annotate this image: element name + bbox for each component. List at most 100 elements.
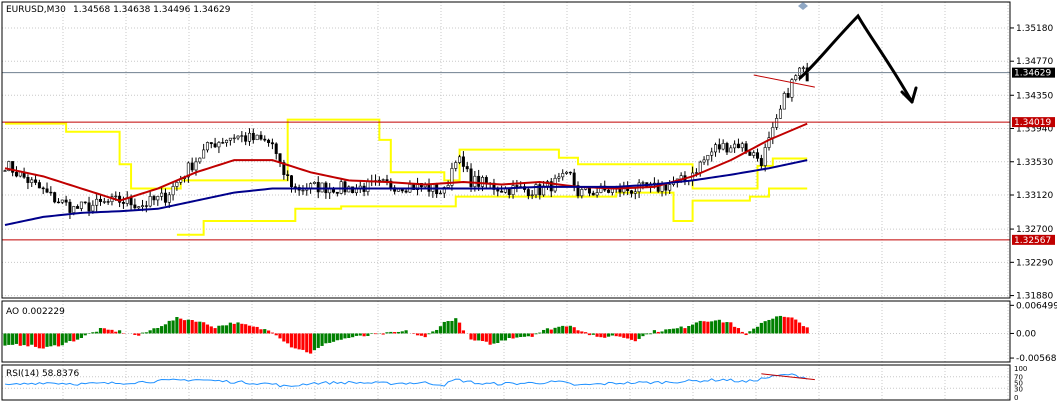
candle-body [217, 142, 221, 148]
candle-body [270, 142, 274, 145]
candle-body [278, 153, 282, 163]
candle-body [83, 201, 87, 204]
candle [320, 182, 324, 193]
candle-body [3, 170, 7, 172]
candle-body [771, 127, 775, 139]
candle-body [34, 179, 38, 183]
candle-body [232, 137, 236, 140]
candle-body [629, 190, 633, 194]
candle-body [591, 192, 595, 196]
candle-body [557, 176, 561, 179]
candle-body [167, 194, 171, 203]
candle-body [561, 173, 565, 178]
candle-body [454, 162, 458, 169]
candle-body [794, 75, 798, 80]
level-tag-label: 1.32567 [1014, 236, 1051, 246]
candle-body [477, 175, 481, 187]
candle-body [26, 176, 30, 183]
price-tick-label: 1.33120 [1016, 191, 1053, 201]
candle-body [205, 142, 209, 151]
candle-body [56, 201, 60, 204]
candle-body [798, 67, 802, 77]
price-tick-label: 1.34770 [1016, 57, 1053, 67]
candle-body [68, 201, 72, 213]
candle-body [129, 197, 133, 206]
candle-body [458, 156, 462, 163]
candle-body [752, 152, 756, 156]
candle-body [198, 157, 202, 163]
candle-body [729, 147, 733, 153]
candle-body [72, 206, 76, 213]
candle-body [14, 172, 18, 177]
candle-body [209, 142, 213, 145]
candle-body [633, 191, 637, 194]
candle-body [160, 192, 164, 197]
candle-body [37, 182, 41, 189]
candle-body [225, 139, 229, 143]
candle-body [53, 192, 57, 203]
candle-body [259, 134, 263, 140]
candle-body [163, 192, 167, 203]
candle-body [102, 201, 106, 203]
candle-body [221, 142, 225, 144]
candle-body [148, 196, 152, 207]
candle-body [289, 175, 293, 187]
candle-body [511, 185, 515, 195]
candle-body [95, 198, 99, 206]
candle-body [786, 93, 790, 98]
candle-body [320, 182, 324, 193]
candle-body [721, 143, 725, 150]
candle-body [171, 186, 175, 196]
candle-body [698, 161, 702, 173]
candle-body [64, 199, 68, 203]
symbol-label: EURUSD,M30 [6, 5, 66, 15]
candle-body [778, 108, 782, 119]
candle-body [190, 162, 194, 171]
candle-body [782, 93, 786, 110]
price-tick-label: 1.32290 [1016, 258, 1053, 268]
candle-body [316, 181, 320, 193]
candle-body [366, 180, 370, 192]
candle-body [530, 194, 534, 197]
candle-body [213, 143, 217, 148]
candle-body [385, 179, 389, 182]
candle-body [76, 206, 80, 209]
candle-body [240, 135, 244, 137]
candle-body [194, 161, 198, 171]
candle-body [710, 151, 714, 156]
ao-label: AO 0.002229 [6, 307, 65, 317]
candle-body [99, 198, 103, 202]
candle-body [568, 171, 572, 174]
level-tag-label: 1.34019 [1014, 118, 1051, 128]
candle-body [759, 158, 763, 166]
candle-body [286, 174, 290, 176]
candle-body [30, 179, 34, 183]
candle-body [41, 187, 45, 190]
rsi-label: RSI(14) 58.8376 [6, 369, 79, 379]
candle-body [706, 154, 710, 161]
candle-body [335, 191, 339, 194]
candle-body [473, 175, 477, 187]
candle-body [263, 138, 267, 141]
candle-body [733, 143, 737, 149]
candle-body [301, 189, 305, 192]
candle-body [740, 143, 744, 149]
candle-body [404, 190, 408, 193]
candle-body [106, 201, 110, 203]
candle-body [526, 189, 530, 197]
candle-body [137, 206, 141, 209]
candle-body [763, 147, 767, 166]
current-price-label: 1.34629 [1014, 69, 1051, 79]
price-tick-label: 1.31880 [1016, 292, 1053, 302]
candle-body [725, 143, 729, 153]
candle-body [121, 202, 125, 204]
candle-body [45, 188, 49, 193]
candle-body [267, 139, 271, 143]
candle-body [736, 143, 740, 149]
candle-body [801, 67, 805, 69]
candle-body [756, 152, 760, 159]
candle-body [515, 185, 519, 187]
candle-body [748, 151, 752, 156]
candle [255, 134, 259, 141]
candle-body [438, 192, 442, 195]
